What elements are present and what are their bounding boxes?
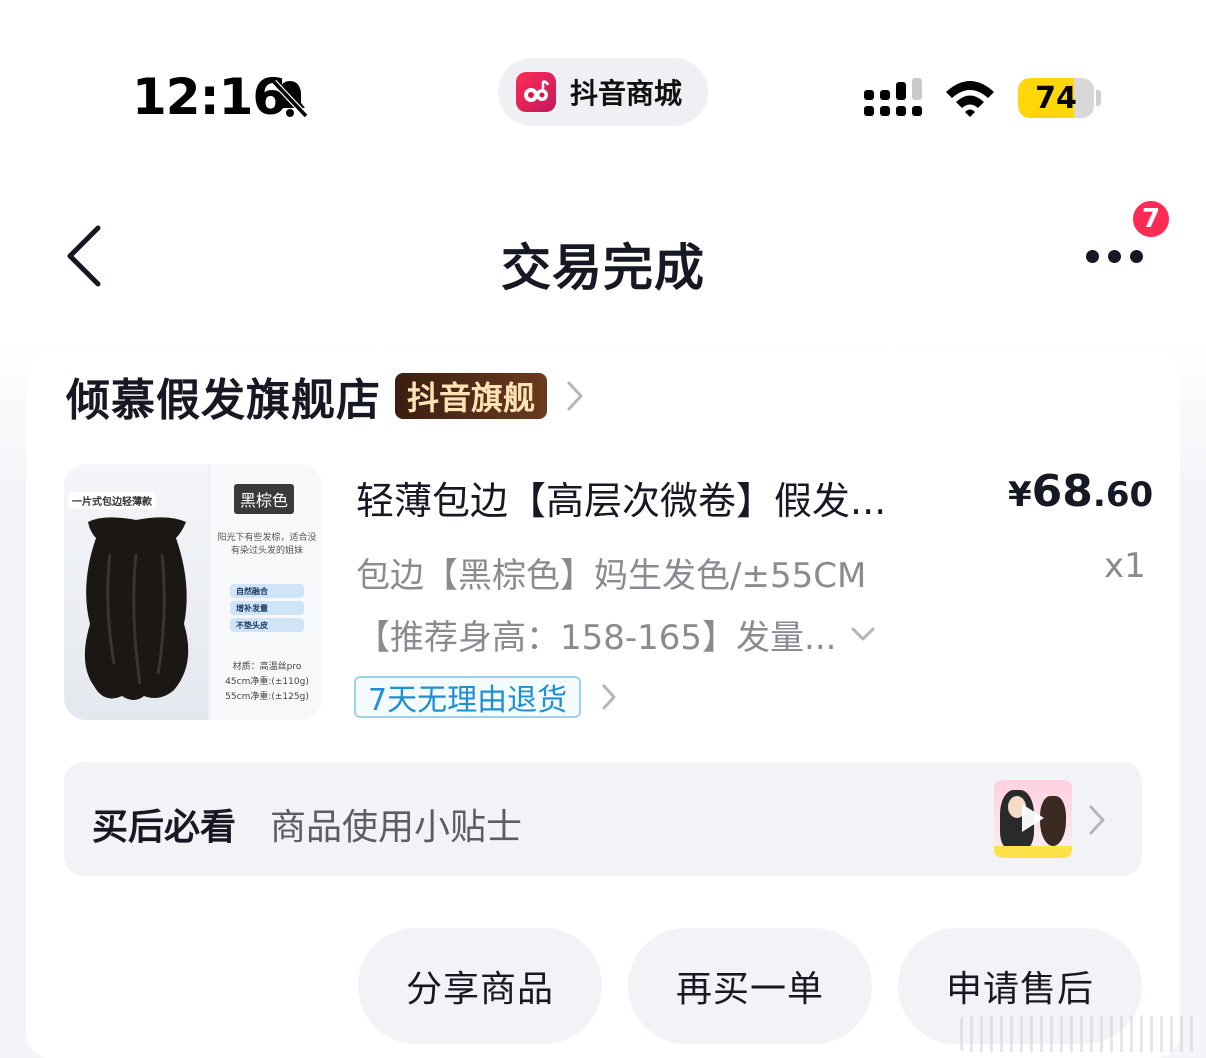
- thumb-caption-strip: [994, 846, 1072, 858]
- feature-pill: 不垫头皮: [230, 618, 304, 632]
- nav-bar: 交易完成: [0, 190, 1206, 330]
- more-dot: [1130, 250, 1143, 263]
- chevron-right-icon: [1089, 805, 1105, 835]
- more-dot: [1086, 250, 1099, 263]
- product-price: ¥68.60: [1008, 466, 1153, 517]
- product-spec-row[interactable]: 【推荐身高：158-165】发量...: [356, 610, 876, 659]
- page-title: 交易完成: [501, 239, 705, 297]
- price-integer: 68: [1031, 466, 1093, 517]
- app-name: 抖音商城: [570, 77, 683, 110]
- status-bar: 12:16 抖音商城 74: [0, 0, 1206, 150]
- spec-55: 55cm净重:(±125g): [225, 692, 309, 702]
- product-image-banner: 一片式包边轻薄款: [68, 492, 156, 509]
- product-image[interactable]: 一片式包边轻薄款 黑棕色 阳光下有些发棕，适合没有染过头发的姐妹 自然融合 增补…: [64, 464, 322, 720]
- rebuy-button[interactable]: 再买一单: [628, 928, 872, 1044]
- tips-title: 买后必看: [92, 807, 237, 848]
- battery-tip: [1096, 90, 1101, 106]
- notification-badge: 7: [1130, 198, 1172, 240]
- tips-banner[interactable]: 买后必看 商品使用小贴士: [64, 762, 1142, 876]
- watermark: [960, 1016, 1200, 1052]
- store-tag: 抖音旗舰: [395, 373, 548, 419]
- product-spec-line1: 包边【黑棕色】妈生发色/±55CM: [356, 556, 867, 596]
- feature-pill: 自然融合: [230, 584, 304, 598]
- chevron-right-icon: [602, 684, 616, 710]
- app-indicator[interactable]: 抖音商城: [498, 58, 708, 126]
- product-image-color: 黑棕色: [234, 484, 295, 514]
- chevron-down-icon: [851, 627, 875, 640]
- douyin-mall-logo-icon: [516, 72, 556, 112]
- share-product-button[interactable]: 分享商品: [358, 928, 602, 1044]
- price-currency: ¥: [1008, 475, 1032, 515]
- battery-icon: 74: [1018, 78, 1094, 118]
- product-image-spec: 材质：高温丝pro 45cm净重:(±110g) 55cm净重:(±125g): [214, 660, 320, 705]
- bell-off-icon: [271, 79, 309, 119]
- store-row[interactable]: 倾慕假发旗舰店 抖音旗舰: [66, 366, 585, 426]
- play-icon: [1022, 804, 1044, 832]
- product-image-left: 一片式包边轻薄款: [64, 464, 208, 720]
- spec-45: 45cm净重:(±110g): [225, 677, 309, 687]
- battery-percent: 74: [1035, 80, 1077, 116]
- price-decimal: .60: [1092, 475, 1154, 515]
- more-icon[interactable]: [1080, 240, 1150, 274]
- status-time: 12:16: [132, 68, 287, 126]
- tips-video-thumbnail[interactable]: [994, 780, 1072, 858]
- return-policy-row[interactable]: 7天无理由退货: [354, 676, 617, 718]
- return-policy-tag: 7天无理由退货: [354, 676, 582, 718]
- feature-pill: 增补发量: [230, 601, 304, 615]
- product-title[interactable]: 轻薄包边【高层次微卷】假发...: [356, 470, 966, 525]
- more-dot: [1108, 250, 1121, 263]
- product-quantity: x1: [1104, 546, 1146, 586]
- chevron-right-icon: [567, 381, 583, 411]
- spec-material: 材质：高温丝pro: [232, 662, 302, 672]
- product-spec-line2: 【推荐身高：158-165】发量...: [356, 618, 837, 658]
- tips-subtitle: 商品使用小贴士: [270, 807, 523, 848]
- product-image-desc: 阳光下有些发棕，适合没有染过头发的姐妹: [217, 533, 317, 556]
- store-name: 倾慕假发旗舰店: [66, 375, 381, 426]
- wifi-icon: [946, 81, 994, 117]
- signal-icon: [864, 78, 922, 116]
